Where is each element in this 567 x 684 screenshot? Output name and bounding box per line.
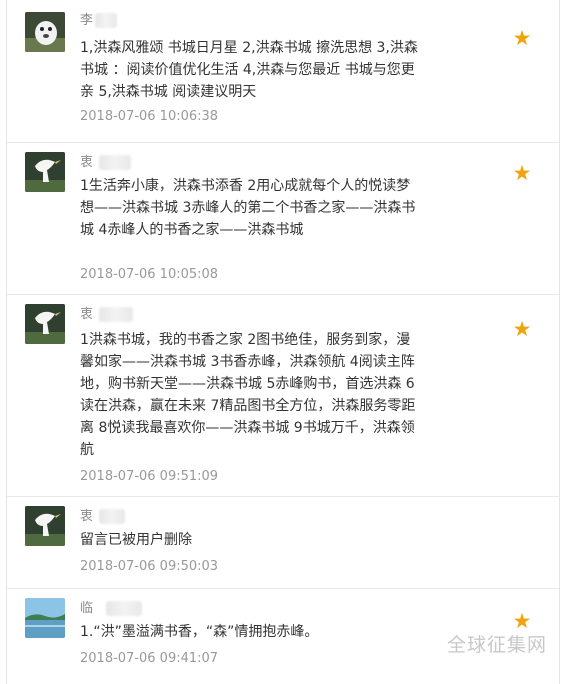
comment-author[interactable]: 衷 <box>80 154 93 172</box>
comment-time: 2018-07-06 09:51:09 <box>80 469 219 484</box>
author-name-blur <box>106 601 142 616</box>
author-name-blur <box>99 155 131 170</box>
avatar[interactable] <box>25 304 65 344</box>
star-icon[interactable]: ★ <box>511 27 533 49</box>
avatar[interactable] <box>25 598 65 638</box>
comment-text: 1生活奔小康，洪森书添香 2用心成就每个人的悦读梦想——洪森书城 3赤峰人的第二… <box>80 178 416 238</box>
comment-text: 留言已被用户删除 <box>80 532 192 548</box>
comment-item: 李 1,洪森风雅颂 书城日月星 2,洪森书城 擦洗思想 3,洪森书城 ：阅读价值… <box>7 0 559 143</box>
comment-time: 2018-07-06 09:41:07 <box>80 651 219 666</box>
star-icon[interactable]: ★ <box>511 610 533 632</box>
author-name-blur <box>99 509 125 524</box>
comment-text: 1洪森书城，我的书香之家 2图书绝佳，服务到家，漫馨如家——洪森书城 3书香赤峰… <box>80 332 416 458</box>
comment-item: 衷 1生活奔小康，洪森书添香 2用心成就每个人的悦读梦想——洪森书城 3赤峰人的… <box>7 142 559 295</box>
watermark: 全球征集网 <box>447 634 548 656</box>
comment-text: 1,洪森风雅颂 书城日月星 2,洪森书城 擦洗思想 3,洪森书城 ：阅读价值优化… <box>80 40 418 100</box>
avatar[interactable] <box>25 152 65 192</box>
comment-author[interactable]: 衷 <box>80 508 93 526</box>
comment-time: 2018-07-06 10:06:38 <box>80 109 219 124</box>
comment-time: 2018-07-06 09:50:03 <box>80 559 219 574</box>
comment-author[interactable]: 衷 <box>80 306 93 324</box>
author-name-blur <box>95 13 117 28</box>
comment-item: 衷 留言已被用户删除 2018-07-06 09:50:03 <box>7 496 559 589</box>
comment-author[interactable]: 李 <box>80 12 93 30</box>
avatar[interactable] <box>25 506 65 546</box>
star-icon[interactable]: ★ <box>511 162 533 184</box>
comment-text: 1.“洪”墨溢满书香，“森”情拥抱赤峰。 <box>80 624 319 640</box>
avatar[interactable] <box>25 12 65 52</box>
star-icon[interactable]: ★ <box>511 318 533 340</box>
comment-item: 衷 1洪森书城，我的书香之家 2图书绝佳，服务到家，漫馨如家——洪森书城 3书香… <box>7 294 559 497</box>
comment-list: 李 1,洪森风雅颂 书城日月星 2,洪森书城 擦洗思想 3,洪森书城 ：阅读价值… <box>6 0 560 684</box>
comment-author[interactable]: 临 <box>80 600 93 618</box>
comment-time: 2018-07-06 10:05:08 <box>80 267 219 282</box>
author-name-blur <box>99 307 133 322</box>
